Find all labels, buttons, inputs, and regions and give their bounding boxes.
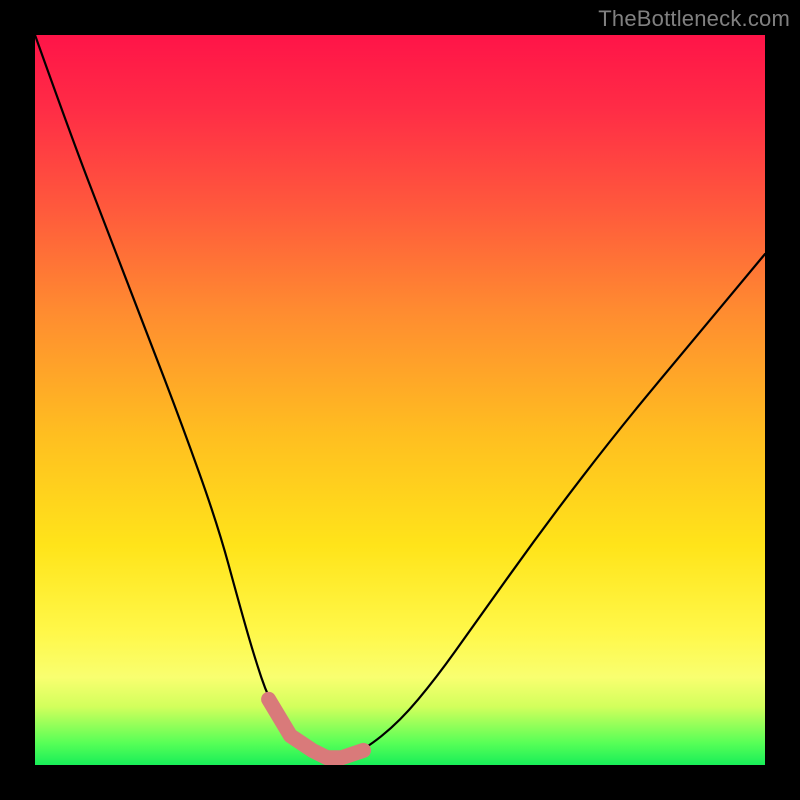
- chart-frame: TheBottleneck.com: [0, 0, 800, 800]
- curve-layer: [35, 35, 765, 765]
- bottleneck-curve-path: [35, 35, 765, 758]
- plot-area: [35, 35, 765, 765]
- zero-zone-marker-path: [269, 699, 364, 757]
- watermark-text: TheBottleneck.com: [598, 6, 790, 32]
